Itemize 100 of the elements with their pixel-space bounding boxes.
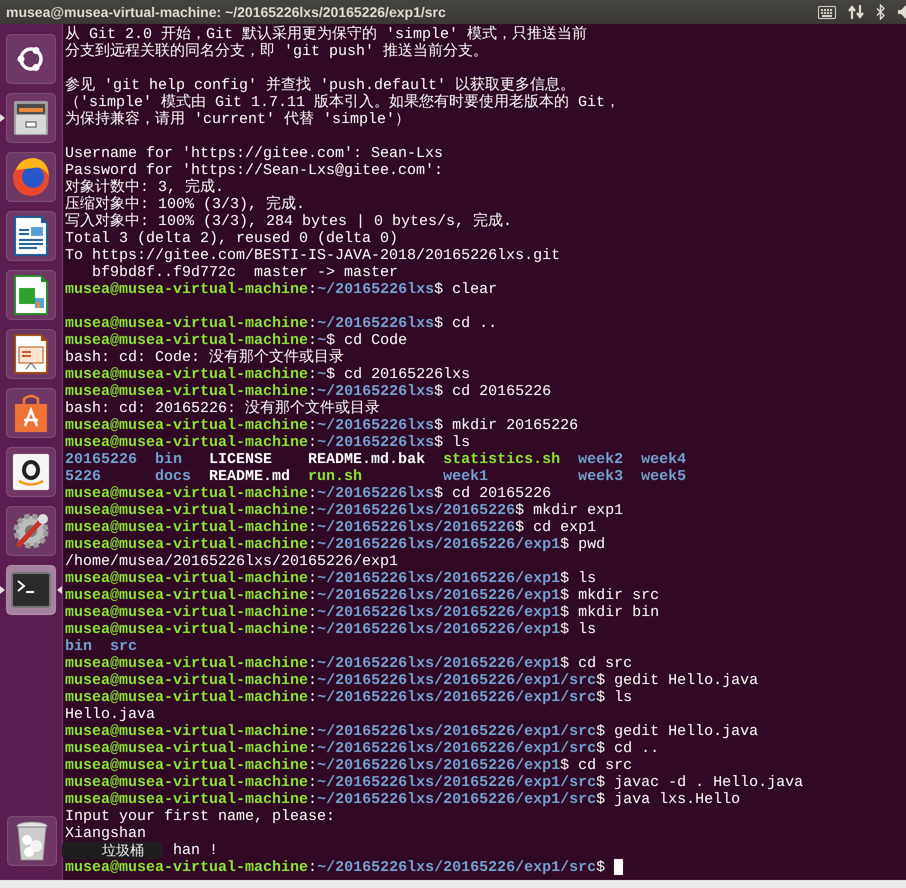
document-icon xyxy=(13,214,49,256)
prompt-host: musea@musea-virtual-machine xyxy=(65,332,308,349)
network-arrows-icon[interactable] xyxy=(848,4,864,20)
prompt-path: ~/20165226lxs/20165226/exp1/src xyxy=(317,723,596,740)
command-text: java lxs.Hello xyxy=(613,791,740,808)
prompt-colon: : xyxy=(308,757,318,774)
prompt-sign: $ xyxy=(560,604,570,621)
command-text: ls xyxy=(451,434,470,451)
prompt-sign: $ xyxy=(596,672,606,689)
command-text: cd Code xyxy=(344,332,408,349)
prompt-host: musea@musea-virtual-machine xyxy=(65,655,308,672)
prompt-host: musea@musea-virtual-machine xyxy=(65,281,308,298)
prompt-host: musea@musea-virtual-machine xyxy=(65,502,308,519)
prompt-colon: : xyxy=(308,434,318,451)
command-text: mkdir exp1 xyxy=(532,502,624,519)
file-entry: statistics.sh xyxy=(443,451,560,468)
launcher-button[interactable] xyxy=(6,506,56,556)
file-entry: src xyxy=(110,638,138,655)
launcher-button[interactable] xyxy=(6,210,56,260)
command-text: clear xyxy=(451,281,498,298)
output-line: Xiangshan xyxy=(65,825,146,842)
output-line: 分支到远程关联的同名分支，即 'git push' 推送当前分支。 xyxy=(65,43,488,60)
prompt-colon: : xyxy=(308,791,318,808)
file-entry: README.md.bak xyxy=(308,451,426,468)
launcher-button[interactable] xyxy=(6,34,56,84)
prompt-sign: $ xyxy=(515,519,524,536)
prompt-colon: : xyxy=(308,281,318,298)
output-line: 参见 'git help config' 并查找 'push.default' 以获取更多信息。 xyxy=(65,77,576,94)
prompt-sign: $ xyxy=(560,536,570,553)
prompt-host: musea@musea-virtual-machine xyxy=(65,621,308,638)
launcher-button[interactable] xyxy=(7,816,57,866)
output-line: bash: cd: Code: 没有那个文件或目录 xyxy=(65,349,344,366)
prompt-host: musea@musea-virtual-machine xyxy=(65,383,308,400)
keyboard-icon[interactable] xyxy=(818,6,836,18)
launcher-button[interactable] xyxy=(6,92,56,142)
output-line: bash: cd: 20165226: 没有那个文件或目录 xyxy=(65,400,380,417)
launcher-button[interactable] xyxy=(6,446,56,496)
prompt-host: musea@musea-virtual-machine xyxy=(65,536,308,553)
gear-wrench-icon xyxy=(11,510,51,550)
prompt-path: ~/20165226lxs/20165226 xyxy=(317,502,516,519)
prompt-path: ~/20165226lxs/20165226/exp1/src xyxy=(317,791,596,808)
command-text: ls xyxy=(577,570,596,587)
file-entry: docs xyxy=(155,468,192,485)
prompt-sign: $ xyxy=(596,791,606,808)
prompt-colon: : xyxy=(308,859,318,876)
prompt-colon: : xyxy=(308,621,318,638)
output-line: Username for 'https://gitee.com': Sean-Lxs xyxy=(65,145,444,162)
prompt-sign: $ xyxy=(434,383,444,400)
command-text: mkdir 20165226 xyxy=(451,417,578,434)
prompt-colon: : xyxy=(308,672,318,689)
prompt-sign: $ xyxy=(560,587,570,604)
shopping-bag-icon xyxy=(12,392,50,434)
launcher-button[interactable] xyxy=(6,388,56,438)
command-text: cd src xyxy=(577,757,632,774)
prompt-colon: : xyxy=(308,536,318,553)
prompt-sign: $ xyxy=(560,570,570,587)
command-text: cd exp1 xyxy=(532,519,596,536)
prompt-colon: : xyxy=(308,502,318,519)
prompt-colon: : xyxy=(308,723,318,740)
file-entry: week4 xyxy=(641,451,686,468)
window-title: musea@musea-virtual-machine: ~/20165226lxs/20165226/exp1/src xyxy=(6,4,446,20)
prompt-sign: $ xyxy=(515,502,524,519)
prompt-path: ~/20165226lxs/20165226/exp1 xyxy=(317,604,560,621)
prompt-path: ~/20165226lxs/20165226/exp1 xyxy=(317,570,560,587)
output-line: /home/musea/20165226lxs/20165226/exp1 xyxy=(65,553,398,570)
bluetooth-icon[interactable] xyxy=(876,4,886,20)
command-text: cd .. xyxy=(451,315,498,332)
terminal-icon xyxy=(11,572,51,608)
prompt-sign: $ xyxy=(560,621,570,638)
prompt-path: ~/20165226lxs xyxy=(317,281,434,298)
file-entry: week5 xyxy=(641,468,686,485)
command-text: javac -d . Hello.java xyxy=(613,774,804,791)
spreadsheet-icon xyxy=(13,274,49,316)
presentation-icon xyxy=(13,332,49,374)
prompt-path: ~/20165226lxs/20165226/exp1/src xyxy=(317,740,596,757)
prompt-colon: : xyxy=(308,383,318,400)
prompt-colon: : xyxy=(308,570,318,587)
launcher-button[interactable] xyxy=(6,270,56,320)
command-text: ls xyxy=(577,621,596,638)
prompt-colon: : xyxy=(308,587,318,604)
speaker-icon[interactable] xyxy=(898,5,906,19)
output-line: 写入对象中: 100% (3/3), 284 bytes | 0 bytes/s, 完成. xyxy=(65,213,512,230)
prompt-path: ~/20165226lxs xyxy=(317,417,434,434)
prompt-colon: : xyxy=(308,655,318,672)
prompt-colon: : xyxy=(308,332,318,349)
prompt-host: musea@musea-virtual-machine xyxy=(65,723,308,740)
prompt-sign: $ xyxy=(434,417,444,434)
prompt-sign: $ xyxy=(434,485,444,502)
file-entry: week2 xyxy=(578,451,624,468)
prompt-host: musea@musea-virtual-machine xyxy=(65,859,308,876)
command-text: cd 20165226lxs xyxy=(343,366,470,383)
output-line: 压缩对象中: 100% (3/3), 完成. xyxy=(65,196,306,213)
prompt-path: ~ xyxy=(317,332,326,349)
file-entry: run.sh xyxy=(308,468,364,485)
prompt-host: musea@musea-virtual-machine xyxy=(65,791,308,808)
file-entry: 20165226 xyxy=(65,451,138,468)
prompt-sign: $ xyxy=(434,315,444,332)
prompt-colon: : xyxy=(308,774,318,791)
prompt-sign: $ xyxy=(596,740,606,757)
launcher-button[interactable] xyxy=(6,328,56,378)
